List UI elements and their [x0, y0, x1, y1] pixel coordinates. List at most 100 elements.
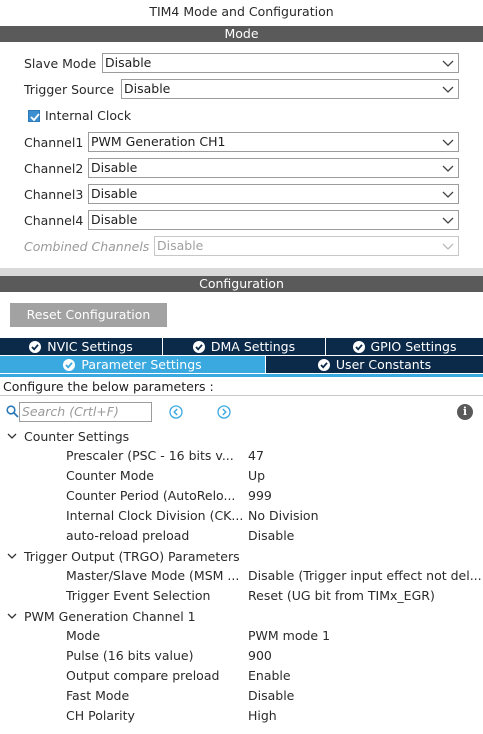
- channel3-select[interactable]: Disable: [88, 184, 459, 204]
- tab-underline: [0, 374, 483, 377]
- channel4-select[interactable]: Disable: [88, 210, 459, 230]
- caret-down-icon: [7, 613, 17, 619]
- param-label[interactable]: Output compare preload: [66, 666, 244, 686]
- slave-mode-select[interactable]: Disable: [102, 53, 459, 73]
- combined-channels-label: Combined Channels: [24, 238, 150, 254]
- channel3-value: Disable: [91, 186, 138, 201]
- divider: [0, 395, 483, 396]
- channel2-row: Channel2: [24, 158, 83, 178]
- panel-splitter[interactable]: [0, 268, 483, 276]
- trigger-source-select[interactable]: Disable: [121, 79, 459, 99]
- slave-mode-row: Slave Mode: [24, 53, 96, 73]
- channel2-value: Disable: [91, 160, 138, 175]
- param-label[interactable]: Mode: [66, 626, 244, 646]
- param-value[interactable]: Disable (Trigger input effect not del...: [248, 566, 483, 586]
- internal-clock-row[interactable]: Internal Clock: [28, 108, 131, 123]
- internal-clock-label: Internal Clock: [45, 108, 132, 123]
- combined-channels-select: Disable: [154, 236, 459, 256]
- check-icon: [192, 340, 205, 353]
- slave-mode-label: Slave Mode: [24, 55, 97, 71]
- channel3-row: Channel3: [24, 184, 83, 204]
- search-input[interactable]: Search (Crtl+F): [19, 402, 152, 422]
- check-icon: [63, 358, 76, 371]
- tab-label: DMA Settings: [210, 339, 296, 354]
- param-label[interactable]: Master/Slave Mode (MSM ...: [66, 566, 244, 586]
- group-trigger-output[interactable]: Trigger Output (TRGO) Parameters: [6, 546, 240, 566]
- group-label: PWM Generation Channel 1: [24, 608, 196, 624]
- tab-label: User Constants: [335, 357, 432, 372]
- reset-configuration-button[interactable]: Reset Configuration: [10, 303, 167, 327]
- tab-label: Parameter Settings: [81, 357, 202, 372]
- channel1-label: Channel1: [24, 134, 84, 150]
- group-label: Counter Settings: [24, 428, 130, 444]
- trigger-source-row: Trigger Source: [24, 79, 114, 99]
- param-label[interactable]: Internal Clock Division (CK...: [66, 506, 244, 526]
- combined-channels-row: Combined Channels: [24, 236, 149, 256]
- param-label[interactable]: CH Polarity: [66, 706, 244, 726]
- tab-dma-settings[interactable]: DMA Settings: [163, 338, 326, 355]
- param-label[interactable]: Counter Mode: [66, 466, 244, 486]
- trigger-source-value: Disable: [124, 81, 171, 96]
- caret-down-icon: [7, 433, 17, 439]
- param-label[interactable]: Pulse (16 bits value): [66, 646, 244, 666]
- channel2-select[interactable]: Disable: [88, 158, 459, 178]
- group-label: Trigger Output (TRGO) Parameters: [24, 548, 240, 564]
- param-label[interactable]: Prescaler (PSC - 16 bits v...: [66, 446, 244, 466]
- channel1-row: Channel1: [24, 132, 83, 152]
- chevron-down-icon: [442, 60, 454, 67]
- window-title: TIM4 Mode and Configuration: [149, 4, 334, 19]
- group-counter-settings[interactable]: Counter Settings: [6, 426, 129, 446]
- param-value[interactable]: Reset (UG bit from TIMx_EGR): [248, 586, 483, 606]
- channel1-value: PWM Generation CH1: [91, 134, 226, 149]
- param-label[interactable]: Counter Period (AutoRelo...: [66, 486, 244, 506]
- chevron-down-icon: [442, 165, 454, 172]
- channel1-select[interactable]: PWM Generation CH1: [88, 132, 459, 152]
- channel4-value: Disable: [91, 212, 138, 227]
- group-pwm-generation-channel-1[interactable]: PWM Generation Channel 1: [6, 606, 196, 626]
- chevron-down-icon: [442, 139, 454, 146]
- param-label[interactable]: Trigger Event Selection: [66, 586, 244, 606]
- param-value[interactable]: 900: [248, 646, 483, 666]
- channel3-label: Channel3: [24, 186, 84, 202]
- chevron-down-icon: [442, 217, 454, 224]
- combined-channels-value: Disable: [157, 238, 204, 253]
- param-value[interactable]: Disable: [248, 686, 483, 706]
- tab-nvic-settings[interactable]: NVIC Settings: [0, 338, 163, 355]
- chevron-down-icon: [442, 243, 454, 250]
- param-value[interactable]: 47: [248, 446, 483, 466]
- tab-parameter-settings[interactable]: Parameter Settings: [0, 356, 266, 373]
- param-value[interactable]: No Division: [248, 506, 483, 526]
- chevron-down-icon: [442, 191, 454, 198]
- param-value[interactable]: Up: [248, 466, 483, 486]
- check-icon: [29, 340, 42, 353]
- parameters-description: Configure the below parameters :: [3, 379, 214, 394]
- info-icon[interactable]: i: [457, 404, 473, 420]
- param-value[interactable]: High: [248, 706, 483, 726]
- param-label[interactable]: Fast Mode: [66, 686, 244, 706]
- tab-label: GPIO Settings: [370, 339, 457, 354]
- tab-gpio-settings[interactable]: GPIO Settings: [326, 338, 483, 355]
- search-icon: [6, 405, 19, 418]
- check-icon: [317, 358, 330, 371]
- mode-section-header: Mode: [0, 26, 483, 42]
- arrow-left-icon[interactable]: [169, 405, 183, 419]
- tab-user-constants[interactable]: User Constants: [266, 356, 483, 373]
- param-value[interactable]: Disable: [248, 526, 483, 546]
- slave-mode-value: Disable: [105, 55, 152, 70]
- check-icon: [30, 112, 40, 121]
- channel4-row: Channel4: [24, 210, 83, 230]
- trigger-source-label: Trigger Source: [24, 81, 115, 97]
- channel4-label: Channel4: [24, 212, 84, 228]
- param-value[interactable]: Enable: [248, 666, 483, 686]
- param-value[interactable]: PWM mode 1: [248, 626, 483, 646]
- caret-down-icon: [7, 553, 17, 559]
- configuration-section-header: Configuration: [0, 276, 483, 292]
- check-icon: [352, 340, 365, 353]
- param-value[interactable]: 999: [248, 486, 483, 506]
- arrow-right-icon[interactable]: [217, 405, 231, 419]
- param-label[interactable]: auto-reload preload: [66, 526, 244, 546]
- internal-clock-checkbox[interactable]: [28, 109, 40, 122]
- channel2-label: Channel2: [24, 160, 84, 176]
- tab-label: NVIC Settings: [47, 339, 133, 354]
- chevron-down-icon: [442, 86, 454, 93]
